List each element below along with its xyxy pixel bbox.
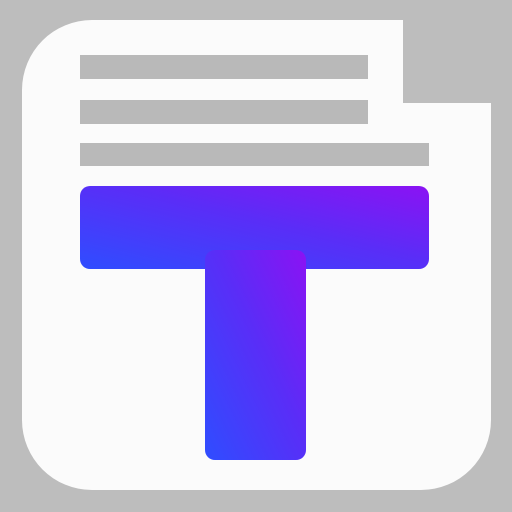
text-line-icon bbox=[80, 55, 368, 79]
text-line-icon bbox=[80, 100, 368, 124]
app-icon bbox=[0, 0, 512, 512]
text-line-icon bbox=[80, 143, 429, 166]
text-document-app-icon-graphic bbox=[0, 0, 512, 512]
